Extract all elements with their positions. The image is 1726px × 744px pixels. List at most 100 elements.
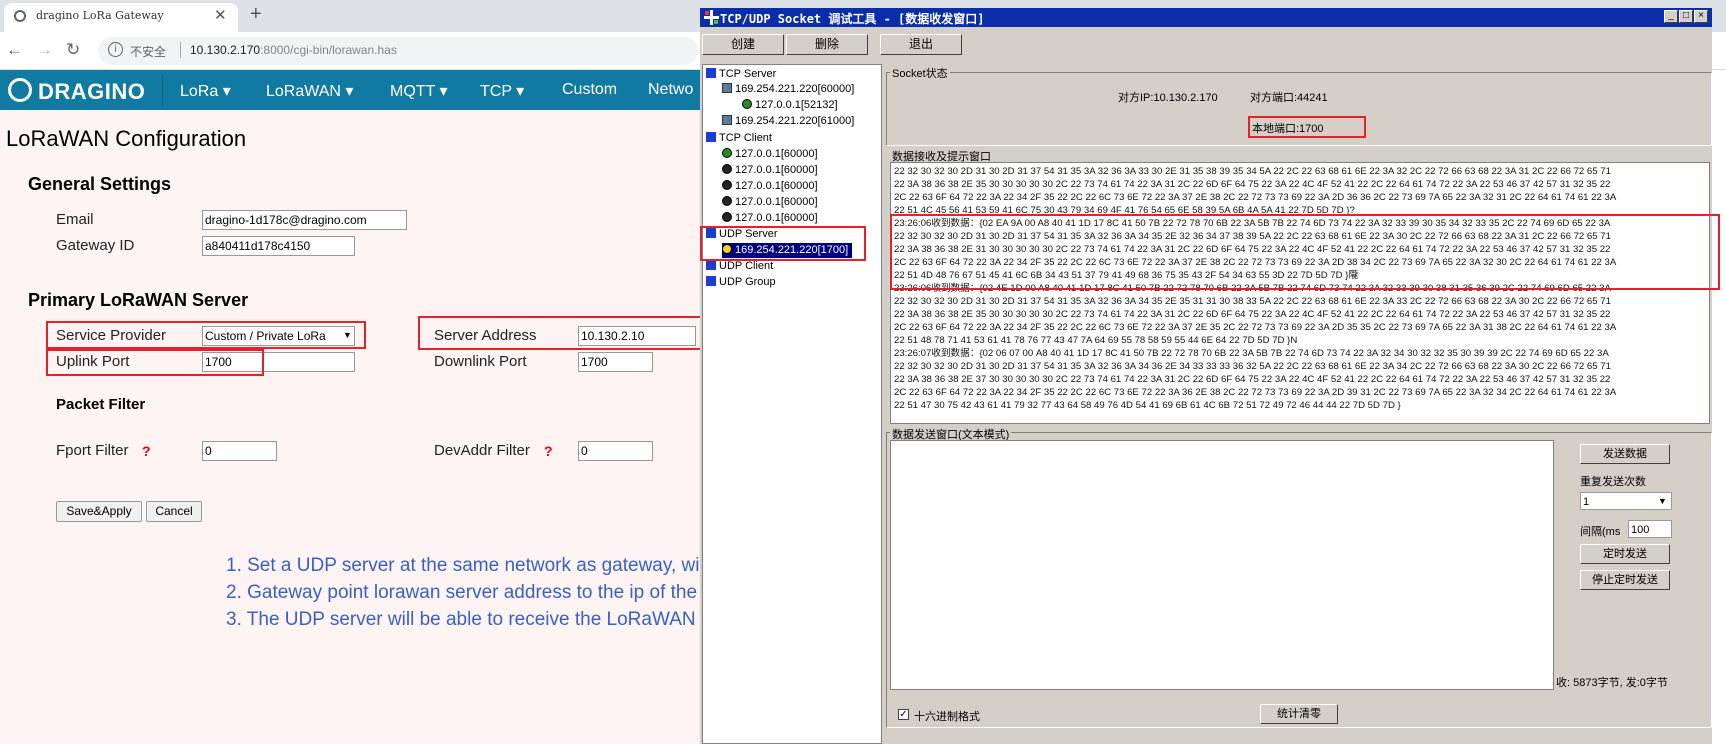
highlight-received-packet [890, 214, 1720, 290]
save-apply-button[interactable]: Save&Apply [56, 501, 142, 522]
hex-format-checkbox[interactable]: ✓ [898, 709, 909, 720]
tcp-server-icon [706, 68, 716, 78]
recv-line: 22 32 30 32 30 2D 31 30 2D 31 37 54 31 3… [894, 166, 1611, 177]
url-path: :8000/cgi-bin/lorawan.has [260, 43, 397, 57]
recv-line: 2C 22 63 6F 64 72 22 3A 22 34 2F 35 22 2… [894, 192, 1617, 203]
tree-item-client[interactable]: 127.0.0.1[60000] [722, 147, 818, 162]
new-tab-icon[interactable]: + [250, 3, 262, 26]
tree-item-tcp-client[interactable]: TCP Client [706, 131, 772, 146]
recv-line: 22 3A 38 36 38 2E 35 30 30 30 30 30 2C 2… [894, 309, 1611, 320]
tree-item-udp-client[interactable]: UDP Client [706, 259, 773, 274]
tree-label: TCP Server [719, 68, 777, 80]
peer-port: 对方端口:44241 [1250, 92, 1328, 104]
nav-tcp[interactable]: TCP ▾ [480, 81, 524, 101]
dragino-logo[interactable]: DRAGINO [38, 79, 145, 105]
highlight-udp-server [700, 226, 866, 261]
recv-line: 22 3A 38 36 38 2E 37 30 30 30 30 30 2C 2… [894, 374, 1611, 385]
nav-lorawan[interactable]: LoRaWAN ▾ [266, 81, 353, 101]
stop-timer-button[interactable]: 停止定时发送 [1580, 570, 1670, 590]
tree-item-tcp-connection[interactable]: 127.0.0.1[52132] [742, 98, 838, 113]
receive-window[interactable]: 22 32 30 32 30 2D 31 30 2D 31 37 54 31 3… [890, 162, 1710, 424]
general-settings-heading: General Settings [28, 174, 172, 194]
tree-label: 127.0.0.1[60000] [735, 212, 818, 224]
recv-line: 2C 22 63 6F 64 72 22 3A 22 34 2F 35 22 2… [894, 387, 1617, 398]
interval-field[interactable]: 100 [1628, 520, 1672, 538]
url-text[interactable]: 10.130.2.170:8000/cgi-bin/lorawan.has [190, 43, 397, 57]
tree-item-client[interactable]: 127.0.0.1[60000] [722, 163, 818, 178]
nav-custom[interactable]: Custom [562, 81, 617, 99]
delete-button[interactable]: 删除 [786, 34, 868, 55]
tree-label: UDP Group [719, 276, 776, 288]
email-label: Email [56, 211, 94, 228]
dragino-logo-icon [8, 78, 32, 102]
tree-label: 127.0.0.1[52132] [755, 99, 838, 111]
fport-help-icon[interactable]: ? [142, 443, 151, 459]
tree-item-client[interactable]: 127.0.0.1[60000] [722, 195, 818, 210]
tree-label: TCP Client [719, 132, 772, 144]
disconnected-icon [722, 164, 732, 174]
reload-icon[interactable]: ↻ [66, 40, 80, 60]
tree-label: 127.0.0.1[60000] [735, 148, 818, 160]
tree-item-tcp-server[interactable]: TCP Server [706, 67, 776, 82]
tree-item-client[interactable]: 127.0.0.1[60000] [722, 179, 818, 194]
back-icon[interactable]: ← [6, 40, 23, 60]
tree-item-tcp-server-listener[interactable]: 169.254.221.220[60000] [722, 82, 854, 97]
exit-button[interactable]: 退出 [880, 34, 962, 55]
computer-icon [722, 83, 732, 93]
socket-tool-title: TCP/UDP Socket 调试工具 - [数据收发窗口] [720, 12, 985, 26]
gateway-id-label: Gateway ID [56, 237, 135, 254]
connected-icon [742, 99, 752, 109]
nav-network[interactable]: Netwo [648, 81, 693, 99]
url-host: 10.130.2.170 [190, 43, 261, 57]
interval-label: 间隔(ms [1580, 526, 1621, 538]
repeat-count-label: 重复发送次数 [1580, 476, 1646, 488]
devaddr-help-icon[interactable]: ? [544, 443, 553, 459]
fport-filter-field[interactable]: 0 [202, 441, 277, 461]
recv-line: 22 3A 38 36 38 2E 35 30 30 30 30 30 2C 2… [894, 179, 1611, 190]
insecure-label: 不安全 [130, 45, 167, 59]
connected-icon [722, 148, 732, 158]
clear-stats-button[interactable]: 统计清零 [1260, 704, 1338, 724]
create-button[interactable]: 创建 [702, 34, 784, 55]
recv-line: 22 51 48 78 71 41 53 61 41 78 76 77 43 4… [894, 335, 1298, 346]
close-tab-icon[interactable]: ✕ [214, 6, 227, 24]
page-title: LoRaWAN Configuration [6, 126, 247, 151]
app-icon [704, 10, 719, 25]
info-icon[interactable]: i [108, 42, 123, 57]
forward-icon[interactable]: → [36, 40, 53, 60]
maximize-icon[interactable]: □ [1679, 10, 1693, 23]
downlink-port-field[interactable]: 1700 [578, 352, 653, 372]
tree-label: 169.254.221.220[60000] [735, 83, 855, 95]
tree-label: 127.0.0.1[60000] [735, 196, 818, 208]
email-field[interactable]: dragino-1d178c@dragino.com [202, 210, 407, 230]
send-textarea[interactable] [890, 440, 1554, 690]
devaddr-filter-label: DevAddr Filter [434, 442, 530, 459]
fport-filter-label: Fport Filter [56, 442, 129, 459]
cancel-button[interactable]: Cancel [146, 501, 202, 522]
dropdown-arrow-icon[interactable]: ▼ [1658, 496, 1667, 506]
close-window-icon[interactable]: × [1694, 10, 1708, 23]
omnibox[interactable] [98, 37, 698, 65]
highlight-service-provider [46, 321, 366, 349]
tree-item-client[interactable]: 127.0.0.1[60000] [722, 211, 818, 226]
tree-label: 169.254.221.220[61000] [735, 115, 855, 127]
highlight-server-address [418, 316, 702, 350]
globe-icon [14, 10, 26, 22]
tree-label: 127.0.0.1[60000] [735, 164, 818, 176]
highlight-uplink-port [46, 349, 264, 376]
send-data-button[interactable]: 发送数据 [1580, 444, 1670, 464]
tree-item-udp-group[interactable]: UDP Group [706, 275, 776, 290]
recv-line: 23:26:07收到数据：{02 06 07 00 A8 40 41 1D 17… [894, 348, 1609, 359]
tree-label: 127.0.0.1[60000] [735, 180, 818, 192]
nav-mqtt[interactable]: MQTT ▾ [390, 81, 448, 101]
recv-line: 2C 22 63 6F 64 72 22 3A 22 34 2F 35 22 2… [894, 322, 1617, 333]
disconnected-icon [722, 196, 732, 206]
packet-filter-heading: Packet Filter [56, 396, 146, 413]
minimize-icon[interactable]: _ [1664, 10, 1678, 23]
gateway-id-field[interactable]: a840411d178c4150 [202, 236, 355, 256]
timer-send-button[interactable]: 定时发送 [1580, 544, 1670, 564]
devaddr-filter-field[interactable]: 0 [578, 441, 653, 461]
primary-server-heading: Primary LoRaWAN Server [28, 290, 249, 310]
tree-item-tcp-server-listener[interactable]: 169.254.221.220[61000] [722, 114, 854, 129]
nav-lora[interactable]: LoRa ▾ [180, 81, 231, 101]
